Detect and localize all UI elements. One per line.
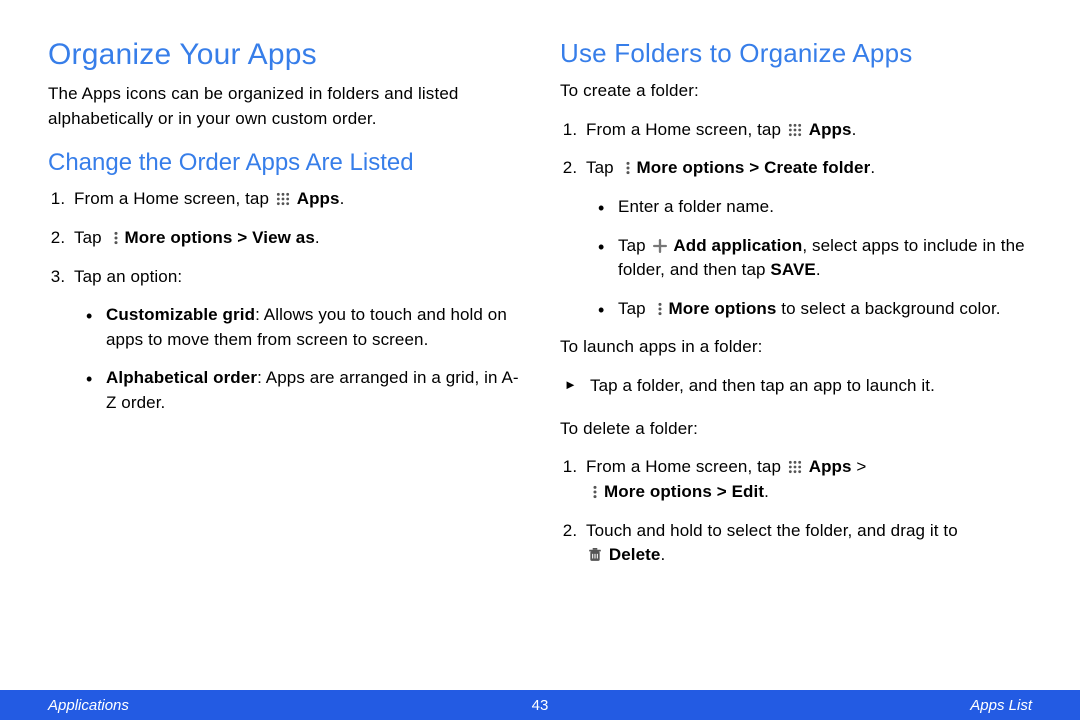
- create-substeps: Enter a folder name. Tap Add application…: [586, 195, 1032, 322]
- bold-text: Alphabetical order: [106, 368, 257, 387]
- more-options-icon: [588, 482, 602, 496]
- bold-text: Add application: [673, 236, 802, 255]
- more-options-icon: [621, 158, 635, 172]
- text: .: [315, 228, 320, 247]
- more-options-icon: [109, 228, 123, 242]
- bold-text: Apps: [297, 189, 340, 208]
- list-item: Tap More options to select a background …: [598, 297, 1032, 322]
- list-item: Touch and hold to select the folder, and…: [582, 519, 1032, 568]
- text: Tap: [74, 228, 107, 247]
- trash-icon: [588, 545, 602, 559]
- text: Tap an option:: [74, 267, 182, 286]
- bold-text: Apps: [809, 120, 852, 139]
- text: Touch and hold to select the folder, and…: [586, 521, 958, 540]
- list-item: From a Home screen, tap Apps > More opti…: [582, 455, 1032, 504]
- bold-text: SAVE: [770, 260, 815, 279]
- more-options-icon: [653, 299, 667, 313]
- launch-folder-steps: Tap a folder, and then tap an app to lau…: [560, 374, 1032, 399]
- list-item: Enter a folder name.: [598, 195, 1032, 220]
- launch-folder-intro: To launch apps in a folder:: [560, 335, 1032, 360]
- bold-text: More options > Edit: [604, 482, 764, 501]
- text: Tap: [618, 299, 651, 318]
- text: From a Home screen, tap: [586, 120, 786, 139]
- text: Tap a folder, and then tap an app to lau…: [590, 376, 935, 395]
- list-item: Tap More options > Create folder. Enter …: [582, 156, 1032, 321]
- text: .: [852, 120, 857, 139]
- heading-organize-apps: Organize Your Apps: [48, 38, 520, 72]
- text: >: [852, 457, 867, 476]
- apps-grid-icon: [788, 457, 802, 471]
- delete-folder-steps: From a Home screen, tap Apps > More opti…: [560, 455, 1032, 568]
- list-item: Tap a folder, and then tap an app to lau…: [564, 374, 1032, 399]
- right-column: Use Folders to Organize Apps To create a…: [560, 38, 1032, 720]
- list-item: Tap More options > View as.: [70, 226, 520, 251]
- text: Tap: [586, 158, 619, 177]
- text: .: [764, 482, 769, 501]
- text: .: [660, 545, 665, 564]
- left-column: Organize Your Apps The Apps icons can be…: [48, 38, 520, 720]
- heading-use-folders: Use Folders to Organize Apps: [560, 38, 1032, 69]
- text: to select a background color.: [776, 299, 1000, 318]
- text: .: [870, 158, 875, 177]
- text: Tap: [618, 236, 651, 255]
- list-item: From a Home screen, tap Apps.: [70, 187, 520, 212]
- document-page: Organize Your Apps The Apps icons can be…: [0, 0, 1080, 720]
- delete-folder-intro: To delete a folder:: [560, 417, 1032, 442]
- change-order-steps: From a Home screen, tap Apps. Tap More o…: [48, 187, 520, 415]
- apps-grid-icon: [276, 189, 290, 203]
- create-folder-intro: To create a folder:: [560, 79, 1032, 104]
- bold-text: Customizable grid: [106, 305, 255, 324]
- intro-paragraph: The Apps icons can be organized in folde…: [48, 82, 520, 131]
- list-item: Tap Add application, select apps to incl…: [598, 234, 1032, 283]
- footer-right: Apps List: [970, 697, 1032, 714]
- list-item: Tap an option: Customizable grid: Allows…: [70, 265, 520, 416]
- bold-text: More options > Create folder: [637, 158, 871, 177]
- list-item: From a Home screen, tap Apps.: [582, 118, 1032, 143]
- list-item: Customizable grid: Allows you to touch a…: [86, 303, 520, 352]
- page-number: 43: [532, 697, 549, 714]
- text: .: [816, 260, 821, 279]
- text: .: [340, 189, 345, 208]
- text: From a Home screen, tap: [586, 457, 786, 476]
- footer-left: Applications: [48, 697, 129, 714]
- bold-text: More options: [669, 299, 777, 318]
- list-item: Alphabetical order: Apps are arranged in…: [86, 366, 520, 415]
- text: Enter a folder name.: [618, 197, 774, 216]
- options-list: Customizable grid: Allows you to touch a…: [74, 303, 520, 416]
- text: From a Home screen, tap: [74, 189, 274, 208]
- bold-text: Apps: [809, 457, 852, 476]
- heading-change-order: Change the Order Apps Are Listed: [48, 149, 520, 177]
- plus-icon: [653, 236, 667, 250]
- page-footer: Applications 43 Apps List: [0, 690, 1080, 720]
- bold-text: Delete: [609, 545, 661, 564]
- create-folder-steps: From a Home screen, tap Apps. Tap More o…: [560, 118, 1032, 322]
- apps-grid-icon: [788, 120, 802, 134]
- bold-text: More options > View as: [125, 228, 315, 247]
